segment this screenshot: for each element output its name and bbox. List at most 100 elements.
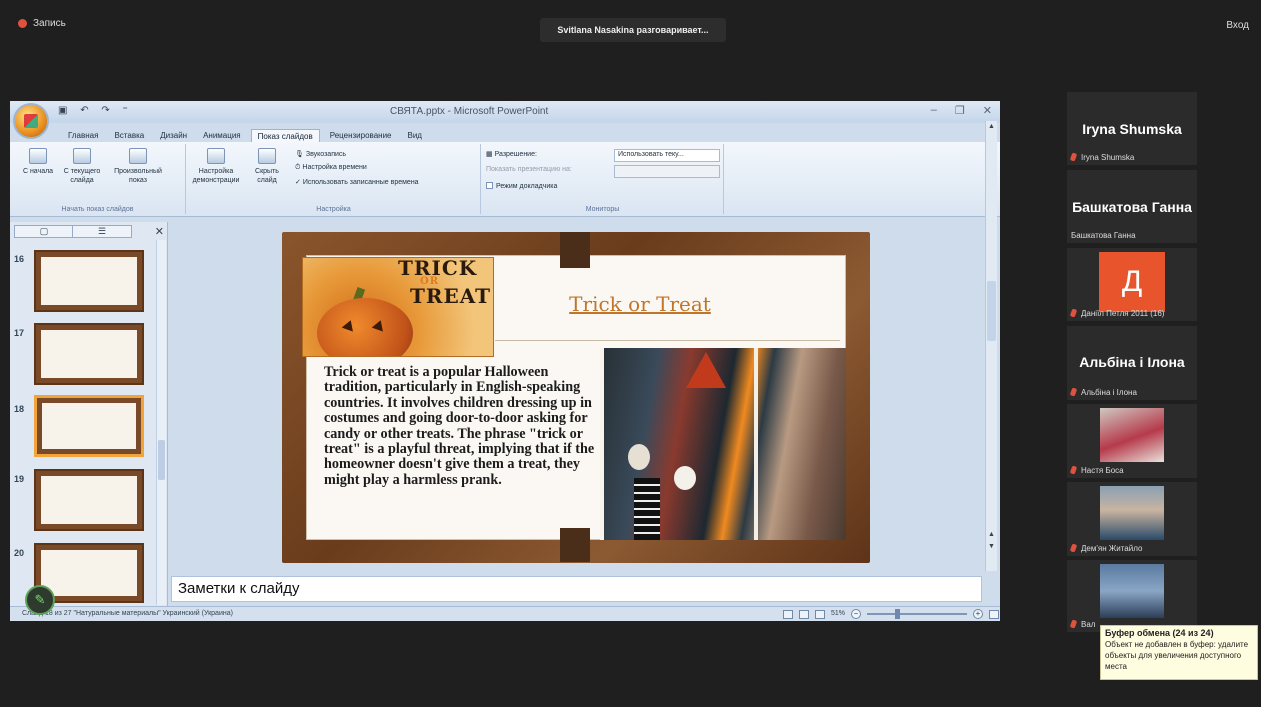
slideshow-start-icon <box>29 148 47 164</box>
normal-view-icon[interactable] <box>783 609 793 619</box>
muted-mic-icon <box>1069 308 1078 318</box>
participant-name: Альбіна і Ілона <box>1069 387 1137 397</box>
participant-photo <box>1100 408 1164 462</box>
participant-tile[interactable]: Настя Боса <box>1067 404 1197 478</box>
tab-insert[interactable]: Вставка <box>108 129 150 143</box>
tab-review[interactable]: Рецензирование <box>324 129 398 143</box>
prev-slide-icon[interactable]: ▲ <box>988 531 995 538</box>
muted-mic-icon <box>1069 152 1078 162</box>
clipboard-tooltip: Буфер обмена (24 из 24) Объект не добавл… <box>1100 625 1258 680</box>
skeleton-costume <box>634 478 660 540</box>
participant-tile[interactable]: Iryna Shumska Iryna Shumska <box>1067 92 1197 165</box>
window-controls: – ❐ ✕ <box>931 104 992 117</box>
slide-thumbnail-selected[interactable] <box>34 395 144 457</box>
halloween-kids-photo <box>600 348 846 540</box>
group-label: Мониторы <box>585 206 620 213</box>
participant-tile[interactable]: Дем'ян Житайло <box>1067 482 1197 556</box>
next-slide-icon[interactable]: ▼ <box>988 543 995 550</box>
restore-button[interactable]: ❐ <box>955 104 965 117</box>
use-timings-checkbox[interactable]: ✓ Использовать записанные времена <box>295 178 419 186</box>
zoom-slider[interactable] <box>867 609 968 619</box>
use-timings-label: Использовать записанные времена <box>302 179 419 186</box>
participant-name-text: Вал <box>1081 620 1096 629</box>
skull-mask <box>674 466 696 490</box>
resolution-select[interactable]: Использовать теку... <box>614 149 720 162</box>
slide-title: Trick or Treat <box>569 292 711 316</box>
rehearse-timings-label: Настройка времени <box>302 164 367 171</box>
fit-slide-icon[interactable] <box>989 609 1000 619</box>
group-monitors: ▦ Разрешение: Использовать теку... Показ… <box>482 144 724 214</box>
scrollbar-thumb[interactable] <box>158 440 165 480</box>
slide-clip-bottom <box>560 528 590 562</box>
participant-tile[interactable]: Башкатова Ганна Башкатова Ганна <box>1067 170 1197 243</box>
participant-tile[interactable]: Вал <box>1067 560 1197 632</box>
zoom-controls: 51% − + <box>783 607 1000 621</box>
slide-thumbnail[interactable] <box>34 250 144 312</box>
quick-access-toolbar[interactable]: ▣ ↶ ↷ ⁼ <box>58 105 133 116</box>
thumb-number: 16 <box>14 254 25 264</box>
tooltip-text: Объект не добавлен в буфер: удалите объе… <box>1105 640 1249 671</box>
hide-slide-label: Скрыть слайд <box>255 168 279 184</box>
thumbnails-scrollbar[interactable] <box>156 240 166 605</box>
from-start-button[interactable]: С начала <box>18 148 58 176</box>
pumpkin-eye <box>342 318 357 332</box>
slideshow-view-icon[interactable] <box>815 609 825 619</box>
tab-design[interactable]: Дизайн <box>154 129 193 143</box>
hide-slide-button[interactable]: Скрыть слайд <box>249 148 285 185</box>
rehearse-timings-button[interactable]: ⏱ Настройка времени <box>295 164 367 172</box>
slide-sorter-icon[interactable] <box>799 609 809 619</box>
slide-thumbnail[interactable] <box>34 469 144 531</box>
scroll-up-icon[interactable]: ▲ <box>988 123 995 130</box>
tab-slide-show[interactable]: Показ слайдов <box>250 129 320 143</box>
participant-name-text: Даніїл Петля 2011 (16) <box>1081 309 1165 318</box>
annotate-pencil-button[interactable]: ✎ <box>25 585 55 615</box>
outline-tab-icon[interactable]: ☰ <box>72 225 132 238</box>
zoom-level[interactable]: 51% <box>831 607 845 621</box>
zoom-out-icon[interactable]: − <box>851 609 862 619</box>
participant-name-text: Дем'ян Житайло <box>1081 544 1143 553</box>
panel-close-icon[interactable]: ✕ <box>155 225 164 238</box>
hide-slide-icon <box>258 148 276 164</box>
title-divider <box>495 340 840 341</box>
office-button[interactable] <box>13 103 49 139</box>
recording-indicator: Запись <box>18 18 66 29</box>
from-current-button[interactable]: С текущего слайда <box>60 148 104 185</box>
resolution-label: ▦ Разрешение: <box>486 151 537 158</box>
slide-thumbnail[interactable] <box>34 323 144 385</box>
status-bar: Слайд 18 из 27 "Натуральные материалы" У… <box>10 606 1000 621</box>
slide-clip-top <box>560 232 590 268</box>
participant-name-text: Башкатова Ганна <box>1071 231 1136 240</box>
presenter-view-label: Режим докладчика <box>496 183 558 190</box>
slide-scrollbar[interactable]: ▲ ▲ ▼ <box>985 121 997 571</box>
setup-show-button[interactable]: Настройка демонстрации <box>191 148 241 185</box>
presenter-view-checkbox[interactable]: Режим докладчика <box>486 182 557 190</box>
slides-tab-icon[interactable]: ▢ <box>14 225 74 238</box>
record-dot-icon <box>18 19 27 28</box>
record-narration-button[interactable]: 🎙 Звукозапись <box>295 150 346 158</box>
close-button[interactable]: ✕ <box>983 104 992 117</box>
tab-animation[interactable]: Анимация <box>197 129 247 143</box>
slide-notes[interactable]: Заметки к слайду <box>171 576 982 602</box>
from-start-label: С начала <box>22 168 54 175</box>
tooltip-title: Буфер обмена (24 из 24) <box>1105 628 1214 638</box>
custom-show-label: Произвольный показ <box>114 168 162 184</box>
participant-name: Даніїл Петля 2011 (16) <box>1069 308 1165 318</box>
group-setup: Настройка демонстрации Скрыть слайд 🎙 Зв… <box>187 144 481 214</box>
thumb-number: 18 <box>14 404 25 414</box>
zoom-in-icon[interactable]: + <box>973 609 984 619</box>
group-label: Настройка <box>316 206 351 213</box>
window-titlebar: ▣ ↶ ↷ ⁼ СВЯТА.pptx - Microsoft PowerPoin… <box>10 101 1000 123</box>
witch-hat <box>686 352 726 388</box>
pumpkin-eye <box>372 318 387 332</box>
panel-tabs: ▢ ☰ ✕ <box>14 225 164 239</box>
participant-tile[interactable]: Д Даніїл Петля 2011 (16) <box>1067 248 1197 321</box>
minimize-button[interactable]: – <box>931 104 937 117</box>
custom-show-button[interactable]: Произвольный показ <box>110 148 166 185</box>
login-link[interactable]: Вход <box>1226 20 1249 31</box>
participant-tile[interactable]: Альбіна і Ілона Альбіна і Ілона <box>1067 326 1197 400</box>
tab-home[interactable]: Главная <box>62 129 104 143</box>
scrollbar-thumb[interactable] <box>987 281 996 341</box>
tab-view[interactable]: Вид <box>402 129 428 143</box>
pumpkin-icon <box>317 298 413 356</box>
thumbnail-content <box>41 257 137 305</box>
